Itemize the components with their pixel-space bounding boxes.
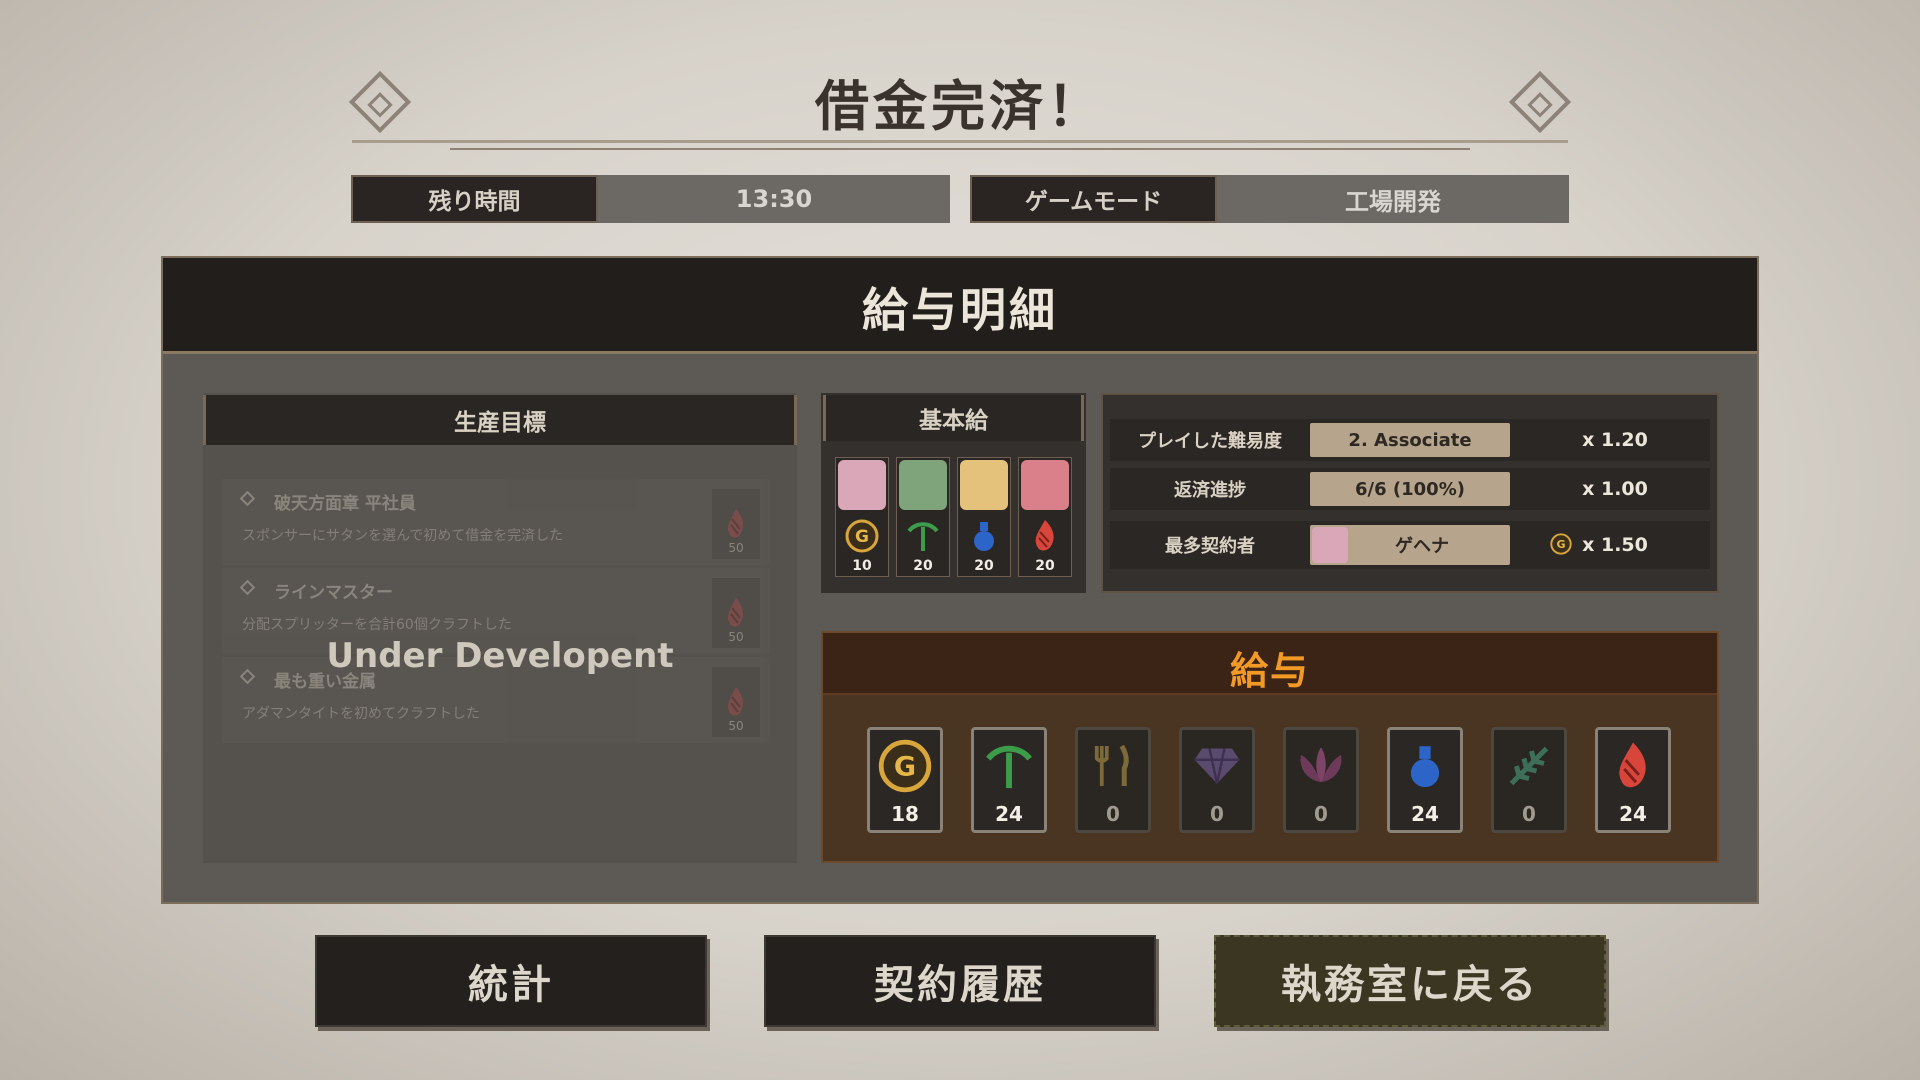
top-contractor-label: 最多契約者: [1165, 536, 1255, 557]
stats-button[interactable]: 統計: [315, 935, 707, 1027]
salary-value: 24: [1411, 802, 1439, 826]
top-contractor-value-pill: ゲヘナ: [1310, 525, 1510, 565]
goal-description: スポンサーにサタンを選んで初めて借金を完済した: [242, 528, 564, 544]
salary-value: 18: [891, 802, 919, 826]
gem-icon: [1194, 748, 1240, 784]
badge-value: 50: [728, 719, 744, 733]
salary-item-potion: 24: [1387, 727, 1463, 833]
potion-icon: [1410, 746, 1440, 788]
title-divider-inner: [450, 148, 1470, 150]
flame-icon: [1035, 520, 1054, 551]
top-contractor-value: ゲヘナ: [1395, 536, 1449, 557]
contract-history-button[interactable]: 契約履歴: [764, 935, 1156, 1027]
base-pay-value: 10: [852, 558, 872, 574]
base-pay-value: 20: [913, 558, 933, 574]
salary-value: 24: [995, 802, 1023, 826]
difficulty-row: プレイした難易度 2. Associate x 1.20: [1110, 419, 1710, 461]
goal-description: 分配スプリッターを合計60個クラフトした: [242, 617, 512, 633]
remaining-time-value: 13:30: [598, 175, 950, 223]
diamond-icon: [239, 490, 256, 507]
salary-value: 0: [1210, 802, 1224, 826]
character-portrait: [838, 460, 886, 510]
svg-text:G: G: [855, 527, 869, 547]
flame-icon: [728, 598, 744, 627]
salary-item-pickaxe: 24: [971, 727, 1047, 833]
character-portrait: [899, 460, 947, 510]
page-title: 借金完済！: [815, 75, 1105, 138]
repayment-progress-value: 6/6 (100%): [1310, 472, 1510, 506]
top-contractor-multiplier: x 1.50: [1582, 534, 1648, 556]
salary-value: 0: [1522, 802, 1536, 826]
goal-name: ラインマスター: [274, 583, 393, 603]
base-pay-card: 20: [957, 457, 1011, 577]
goal-reward-badge: 50: [712, 667, 760, 737]
base-pay-header: 基本給: [823, 395, 1084, 441]
flame-icon: [1619, 742, 1646, 788]
goal-reward-badge: 50: [712, 489, 760, 559]
panel-title: 給与明細: [862, 283, 1058, 337]
remaining-time-label: 残り時間: [351, 175, 598, 223]
title-divider: [352, 140, 1568, 143]
base-pay-value: 20: [1035, 558, 1055, 574]
salary-value: 24: [1619, 802, 1647, 826]
coin-icon: G: [845, 519, 879, 553]
under-development-overlay: Under Developent: [326, 636, 674, 676]
salary-item-food: 0: [1075, 727, 1151, 833]
difficulty-label: プレイした難易度: [1138, 431, 1282, 452]
difficulty-multiplier: x 1.20: [1582, 429, 1648, 451]
svg-text:G: G: [894, 752, 916, 783]
base-pay-value: 20: [974, 558, 994, 574]
character-portrait: [960, 460, 1008, 510]
salary-value: 0: [1106, 802, 1120, 826]
goal-name: 破天方面章 平社員: [274, 494, 416, 514]
potion-icon: [974, 522, 994, 551]
flower-icon: [1300, 747, 1342, 783]
salary-item-leaf: 0: [1491, 727, 1567, 833]
salary-item-flame: 24: [1595, 727, 1671, 833]
salary-item-gem: 0: [1179, 727, 1255, 833]
leaf-icon: [1509, 746, 1549, 786]
repayment-progress-multiplier: x 1.00: [1582, 478, 1648, 500]
game-mode-value: 工場開発: [1217, 175, 1569, 223]
pickaxe-icon: [907, 522, 939, 551]
salary-title: 給与: [1229, 649, 1310, 693]
fork-knife-icon: [1094, 744, 1129, 786]
base-pay-card: 20: [1018, 457, 1072, 577]
character-portrait: [1021, 460, 1069, 510]
repayment-progress-label: 返済進捗: [1174, 480, 1246, 501]
top-contractor-row: 最多契約者 ゲヘナ G x 1.50: [1110, 521, 1710, 569]
coin-icon: G: [878, 739, 932, 793]
salary-item-coin: G 18: [867, 727, 943, 833]
diamond-icon: [239, 579, 256, 596]
game-mode-label: ゲームモード: [970, 175, 1217, 223]
production-goals-header: 生産目標: [203, 395, 797, 445]
goal-item: 破天方面章 平社員 スポンサーにサタンを選んで初めて借金を完済した 50: [222, 479, 770, 565]
contractor-portrait: [1312, 527, 1348, 563]
salary-item-flower: 0: [1283, 727, 1359, 833]
flame-icon: [728, 687, 744, 716]
return-to-office-button[interactable]: 執務室に戻る: [1214, 935, 1606, 1027]
badge-value: 50: [728, 541, 744, 555]
repayment-progress-row: 返済進捗 6/6 (100%) x 1.00: [1110, 468, 1710, 510]
base-pay-card: G 10: [835, 457, 889, 577]
flame-icon: [728, 509, 744, 538]
pickaxe-icon: [986, 745, 1032, 789]
difficulty-value: 2. Associate: [1310, 423, 1510, 457]
salary-value: 0: [1314, 802, 1328, 826]
base-pay-card: 20: [896, 457, 950, 577]
goal-description: アダマンタイトを初めてクラフトした: [242, 706, 480, 722]
